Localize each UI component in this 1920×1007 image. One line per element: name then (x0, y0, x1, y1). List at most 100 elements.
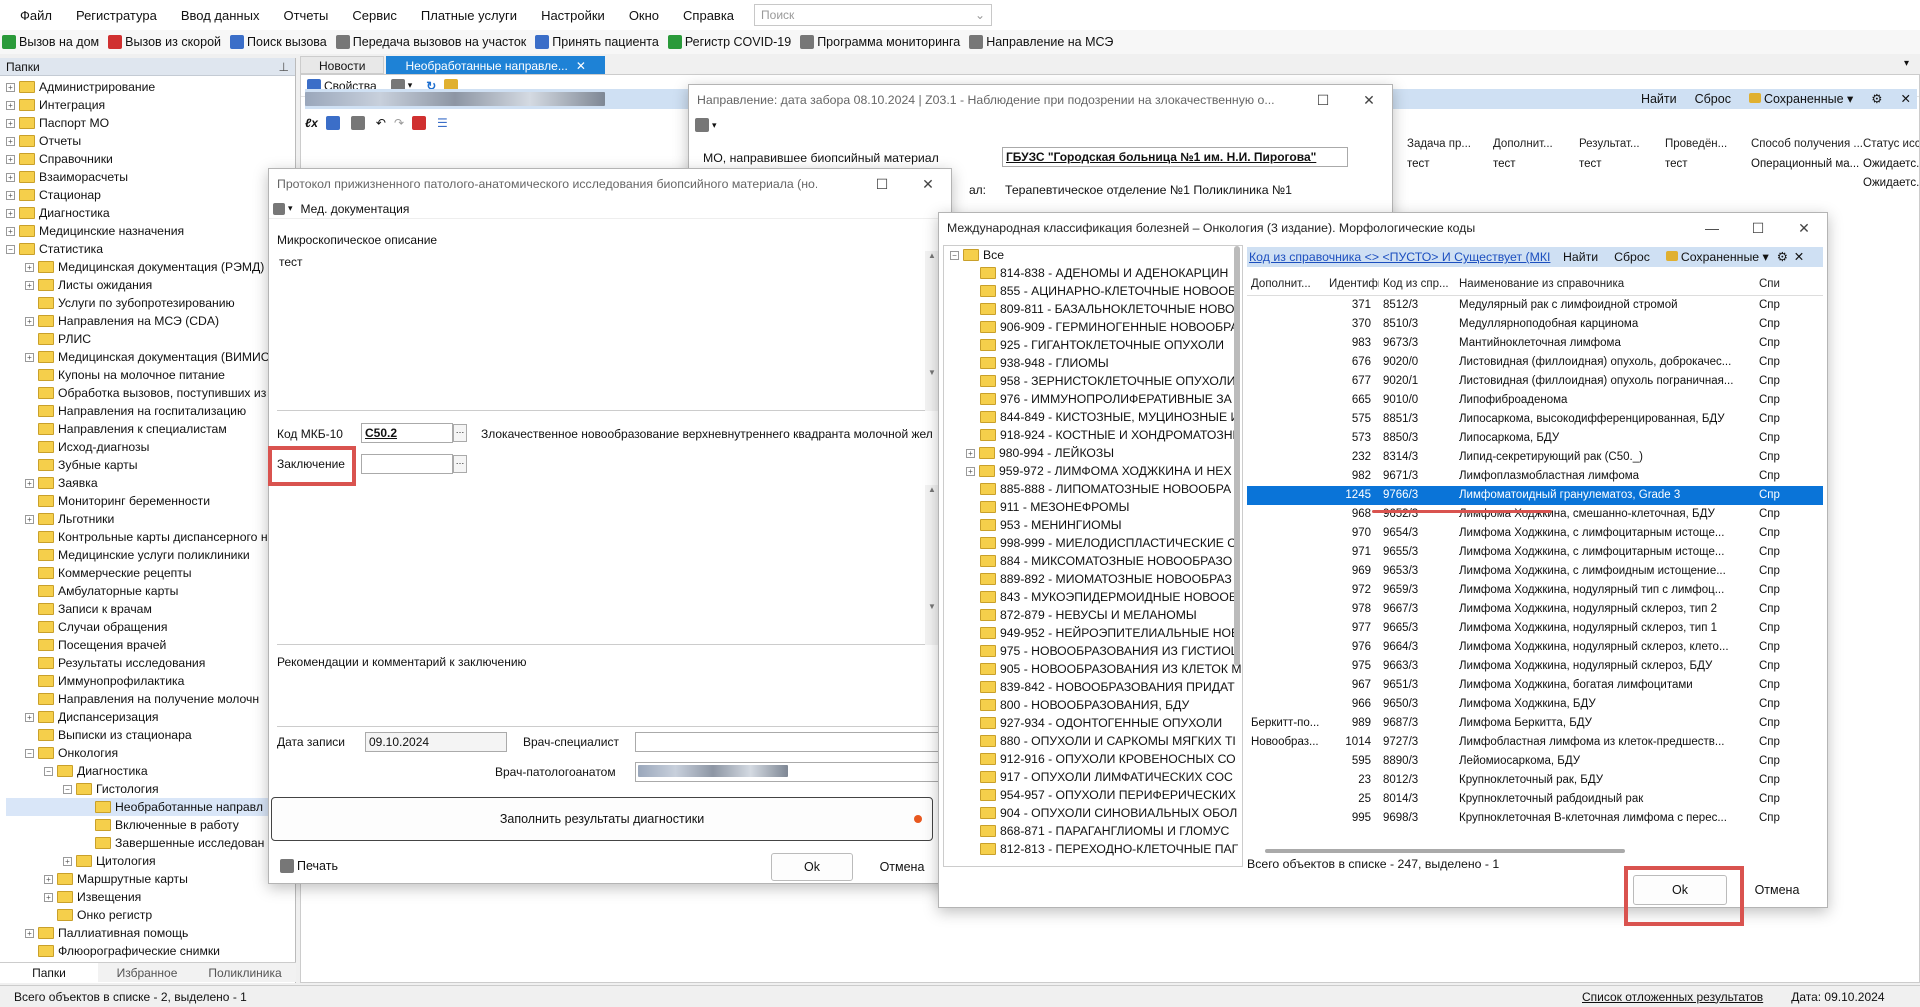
column-header[interactable]: Статус исс (1863, 133, 1919, 155)
table-row[interactable]: Ожидаетс. (1407, 174, 1919, 193)
icd-table-row[interactable]: 995 9698/3 Крупноклеточная В-клеточная лим… (1247, 809, 1823, 828)
tree-item[interactable]: + Листы ожидания (6, 276, 295, 294)
icd-table-row[interactable]: 969 9653/3 Лимфома Ходжкина, с лимфоидным … (1247, 562, 1823, 581)
tree-item[interactable]: Выписки из стационара (6, 726, 295, 744)
icd-table-row[interactable]: 232 8314/3 Липид-секретирующий рак (C50._)… (1247, 448, 1823, 467)
expand-icon[interactable]: + (6, 136, 15, 146)
toolbar-button[interactable]: Поиск вызова (230, 35, 327, 49)
toolbar-button[interactable]: Регистр COVID-19 (667, 35, 791, 49)
tree-item[interactable]: + Взаиморасчеты (6, 168, 295, 186)
left-tab[interactable]: Поликлиника (196, 963, 294, 982)
tree-item[interactable]: Амбулаторные карты (6, 582, 295, 600)
doctor-specialist-field[interactable] (635, 732, 939, 752)
icd-tree-item[interactable]: 954-957 - ОПУХОЛИ ПЕРИФЕРИЧЕСКИХ (944, 786, 1242, 804)
expand-icon[interactable]: + (25, 280, 34, 290)
icd-tree-item[interactable]: +959-972 - ЛИМФОМА ХОДЖКИНА И НЕХ (944, 462, 1242, 480)
collapse-icon[interactable]: − (44, 766, 53, 776)
toolbar-button[interactable]: Передача вызовов на участок (335, 35, 526, 49)
tree-item[interactable]: + Администрирование (6, 78, 295, 96)
expand-icon[interactable]: + (44, 892, 53, 902)
icd-table-row[interactable]: 665 9010/0 Липофиброаденома Спр (1247, 391, 1823, 410)
icd-tree-item[interactable]: 911 - МЕЗОНЕФРОМЫ (944, 498, 1242, 516)
tab-unprocessed-directions[interactable]: Необработанные направле... ✕ (386, 56, 605, 74)
tree-item[interactable]: Купоны на молочное питание (6, 366, 295, 384)
tree-item[interactable]: Записи к врачам (6, 600, 295, 618)
date-field[interactable]: 09.10.2024 (365, 732, 507, 752)
menu-item[interactable]: Ввод данных (169, 8, 272, 23)
tree-item[interactable]: Направления на получение молочн (6, 690, 295, 708)
fill-results-button[interactable]: Заполнить результаты диагностики (271, 797, 933, 841)
icd-table-row[interactable]: 971 9655/3 Лимфома Ходжкина, с лимфоцитарн… (1247, 543, 1823, 562)
tree-item[interactable]: Контрольные карты диспансерного н (6, 528, 295, 546)
icd-tree-item[interactable]: 884 - МИКСОМАТОЗНЫЕ НОВООБРАЗО (944, 552, 1242, 570)
icd-table-row[interactable]: 573 8850/3 Липосаркома, БДУ Спр (1247, 429, 1823, 448)
menu-item[interactable]: Файл (8, 8, 64, 23)
table-row[interactable]: тест тест тест тест Операционный ма... Ожидае… (1407, 155, 1919, 174)
icd-table-row[interactable]: 976 9664/3 Лимфома Ходжкина, нодулярный ск… (1247, 638, 1823, 657)
close-filter-icon[interactable]: ✕ (1901, 91, 1911, 106)
chevron-down-icon[interactable]: ▾ (1904, 58, 1909, 69)
tree-item[interactable]: Включенные в работу (6, 816, 295, 834)
icd-table-row[interactable]: 25 8014/3 Крупноклеточный рабдоидный рак Сп… (1247, 790, 1823, 809)
column-header[interactable]: Дополнит... (1247, 273, 1325, 295)
collapse-icon[interactable]: − (6, 244, 15, 254)
find-button[interactable]: Найти (1641, 92, 1677, 106)
tree-item[interactable]: + Извещения (6, 888, 295, 906)
chevron-down-icon[interactable]: ⌄ (975, 8, 985, 22)
tree-item[interactable]: + Паллиативная помощь (6, 924, 295, 942)
tree-item[interactable]: + Справочники (6, 150, 295, 168)
expand-icon[interactable]: + (25, 928, 34, 938)
search-input[interactable]: Поиск ⌄ (754, 4, 993, 26)
tree-item[interactable]: + Маршрутные карты (6, 870, 295, 888)
icd-tree-item[interactable]: 855 - АЦИНАРНО-КЛЕТОЧНЫЕ НОВООБ (944, 282, 1242, 300)
icd-tree-item[interactable]: 839-842 - НОВООБРАЗОВАНИЯ ПРИДАТ (944, 678, 1242, 696)
icd-table-row[interactable]: 968 9652/3 Лимфома Ходжкина, смешанно-клет… (1247, 505, 1823, 524)
left-tab[interactable]: Избранное (98, 963, 196, 982)
tree-item[interactable]: + Медицинская документация (РЭМД) (6, 258, 295, 276)
expand-icon[interactable]: + (25, 478, 34, 488)
maximize-icon[interactable]: ☐ (1300, 92, 1346, 109)
tree-item[interactable]: Онко регистр (6, 906, 295, 924)
icd-table-row[interactable]: 575 8851/3 Липосаркома, высокодифференциро… (1247, 410, 1823, 429)
icd-tree-item[interactable]: 917 - ОПУХОЛИ ЛИМФАТИЧЕСКИХ СОС (944, 768, 1242, 786)
icd-tree-item[interactable]: 904 - ОПУХОЛИ СИНОВИАЛЬНЫХ ОБОЛ (944, 804, 1242, 822)
tree-item[interactable]: РЛИС (6, 330, 295, 348)
toolbar-button[interactable]: Вызов на дом (2, 35, 99, 49)
tree-item[interactable]: + Паспорт МО (6, 114, 295, 132)
icd-table-row[interactable]: 23 8012/3 Крупноклеточный рак, БДУ Спр (1247, 771, 1823, 790)
icd-tree-item[interactable]: 844-849 - КИСТОЗНЫЕ, МУЦИНОЗНЫЕ И (944, 408, 1242, 426)
tree-root[interactable]: − Все (944, 246, 1242, 264)
conclusion-picker-button[interactable]: … (453, 455, 467, 473)
mo-field[interactable]: ГБУЗС "Городская больница №1 им. Н.И. Пи… (1002, 147, 1348, 167)
tree-item[interactable]: Случаи обращения (6, 618, 295, 636)
column-header[interactable]: Способ получения ... (1751, 133, 1863, 155)
icd-table-row[interactable]: 371 8512/3 Медулярный рак с лимфоидной стр… (1247, 296, 1823, 315)
save-menu-icon[interactable] (695, 118, 709, 132)
list-icon[interactable]: ☰ (437, 116, 448, 130)
icd-ok-button[interactable]: Ok (1633, 875, 1727, 905)
expand-icon[interactable]: + (6, 208, 15, 218)
scrollbar[interactable]: ▲ ▼ (925, 485, 939, 645)
pin-icon[interactable]: ⊥ (279, 60, 289, 74)
menu-item[interactable]: Платные услуги (409, 8, 529, 23)
horizontal-scrollbar[interactable] (1265, 849, 1625, 853)
tree-item[interactable]: + Диагностика (6, 204, 295, 222)
mkb-picker-button[interactable]: … (453, 424, 467, 442)
menu-item[interactable]: Регистратура (64, 8, 169, 23)
column-header[interactable]: Дополнит... (1493, 133, 1579, 155)
icd-tree-item[interactable]: 814-838 - АДЕНОМЫ И АДЕНОКАРЦИН (944, 264, 1242, 282)
icd-table-row[interactable]: 983 9673/3 Мантийноклеточная лимфома Спр (1247, 334, 1823, 353)
tree-item[interactable]: + Заявка (6, 474, 295, 492)
filter-settings-icon[interactable]: ⚙ (1871, 91, 1882, 106)
tree-item[interactable]: − Гистология (6, 780, 295, 798)
tree-item[interactable]: Результаты исследования (6, 654, 295, 672)
tree-item[interactable]: + Медицинская документация (ВИМИС) (6, 348, 295, 366)
tree-item[interactable]: Направления на госпитализацию (6, 402, 295, 420)
tree-item[interactable]: + Направления на МСЭ (CDA) (6, 312, 295, 330)
close-icon[interactable]: ✕ (576, 59, 586, 73)
toolbar-button[interactable]: Направление на МСЭ (969, 35, 1113, 49)
toolbar-button[interactable]: Программа мониторинга (800, 35, 960, 49)
delete-icon[interactable] (412, 116, 426, 130)
tree-item[interactable]: + Интеграция (6, 96, 295, 114)
icd-table-row[interactable]: 370 8510/3 Медуллярноподобная карцинома Спр (1247, 315, 1823, 334)
